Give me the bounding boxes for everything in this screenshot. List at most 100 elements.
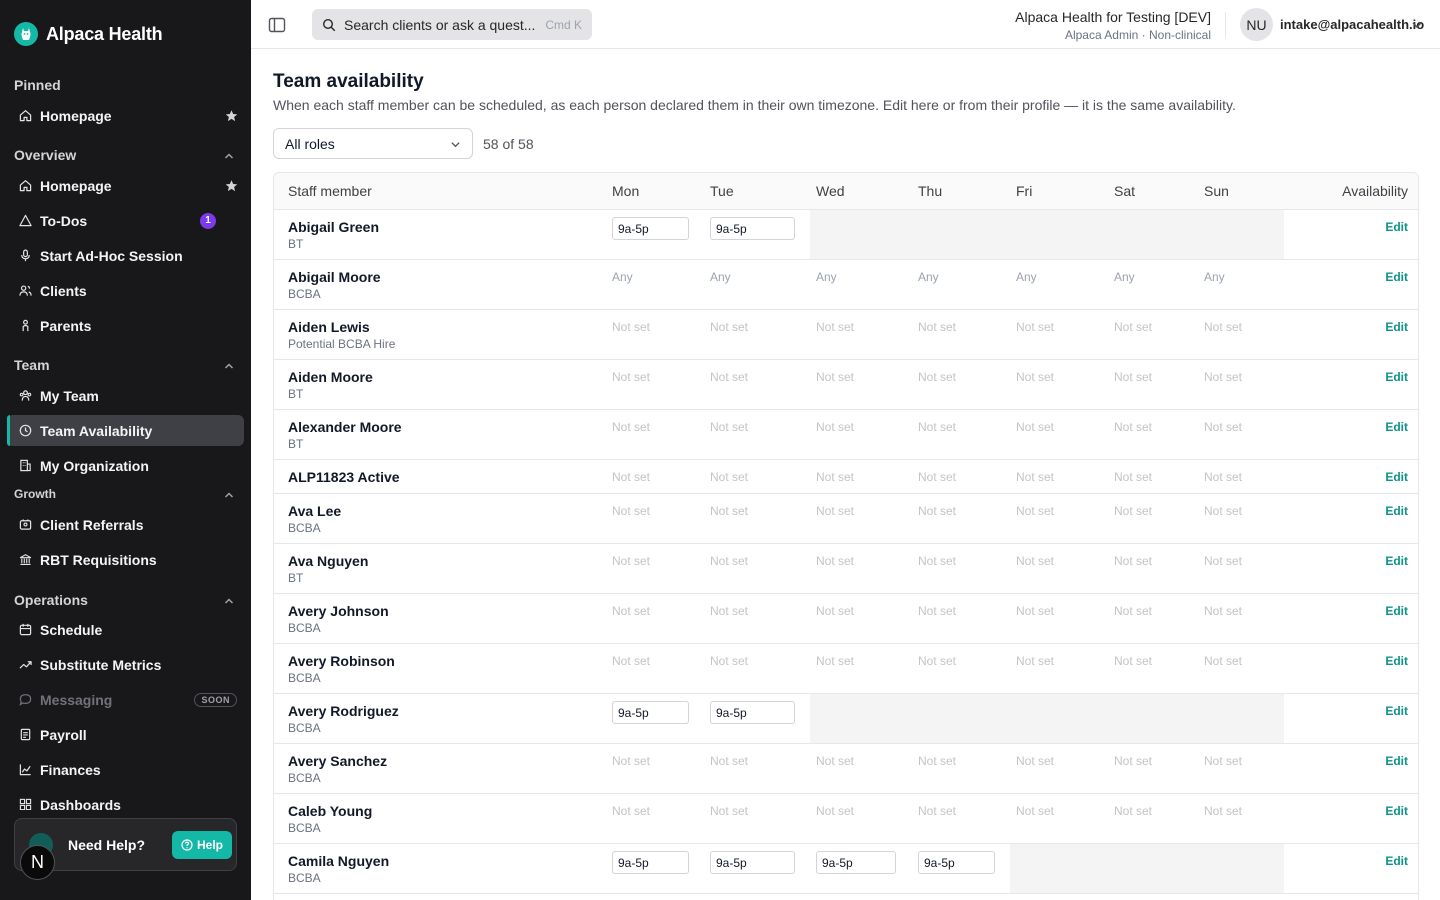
sidebar-item-payroll[interactable]: Payroll: [7, 719, 244, 750]
edit-availability-link[interactable]: Edit: [1385, 220, 1408, 234]
staff-name: Ava Lee: [288, 503, 342, 519]
edit-availability-link[interactable]: Edit: [1385, 320, 1408, 334]
sidebar-item-parents[interactable]: Parents: [7, 310, 244, 341]
help-button[interactable]: Help: [172, 831, 233, 859]
sidebar-item-adhoc-session[interactable]: Start Ad-Hoc Session: [7, 240, 244, 271]
day-cell-not-set: Not set: [918, 804, 957, 818]
alpaca-logo-icon: [14, 22, 38, 46]
edit-availability-link[interactable]: Edit: [1385, 554, 1408, 568]
staff-role: BCBA: [288, 287, 321, 301]
sidebar-nav: Pinned Homepage Overview Homepage To-Dos…: [0, 70, 251, 810]
edit-availability-link[interactable]: Edit: [1385, 504, 1408, 518]
staff-name: Abigail Green: [288, 219, 380, 235]
staff-role: BCBA: [288, 821, 321, 835]
search-input[interactable]: Search clients or ask a quest... Cmd K: [312, 9, 592, 40]
day-cell-not-set: Not set: [816, 470, 855, 484]
chevron-up-icon[interactable]: [223, 150, 235, 162]
organization-switcher[interactable]: Alpaca Health for Testing [DEV] Alpaca A…: [1015, 9, 1211, 42]
day-cell-not-set: Not set: [1114, 804, 1153, 818]
chat-bubble-icon: [19, 694, 32, 706]
edit-availability-link[interactable]: Edit: [1385, 804, 1408, 818]
sidebar-item-schedule[interactable]: Schedule: [7, 614, 244, 645]
chevron-up-icon[interactable]: [223, 360, 235, 372]
sidebar-item-client-referrals[interactable]: Client Referrals: [7, 509, 244, 540]
user-avatar[interactable]: NU: [1240, 8, 1273, 41]
column-header-tue: Tue: [710, 183, 734, 199]
users-icon: [19, 285, 32, 296]
column-header-sun: Sun: [1204, 183, 1229, 199]
sidebar-item-pinned-homepage[interactable]: Homepage: [7, 100, 244, 131]
soon-badge: SOON: [194, 692, 237, 707]
sidebar-item-label: Homepage: [40, 107, 112, 124]
day-time-input[interactable]: 9a-5p: [710, 217, 795, 240]
user-email[interactable]: intake@alpacahealth.io: [1280, 17, 1424, 32]
day-time-input[interactable]: 9a-5p: [612, 217, 689, 240]
org-name: Alpaca Health for Testing [DEV]: [1015, 9, 1211, 25]
sidebar-item-label: Dashboards: [40, 796, 121, 811]
day-cell-not-set: Not set: [1204, 554, 1243, 568]
day-cell-not-set: Not set: [1204, 320, 1243, 334]
day-cell-not-set: Not set: [1204, 420, 1243, 434]
edit-availability-link[interactable]: Edit: [1385, 270, 1408, 284]
chevron-down-icon[interactable]: [1411, 19, 1423, 31]
brand[interactable]: Alpaca Health: [14, 22, 163, 46]
chevron-up-icon[interactable]: [223, 489, 235, 501]
day-cell-not-set: Not set: [710, 420, 749, 434]
day-time-input[interactable]: 9a-5p: [918, 851, 995, 874]
sidebar-item-homepage[interactable]: Homepage: [7, 170, 244, 201]
bank-icon: [19, 554, 32, 565]
sidebar-item-team-availability[interactable]: Team Availability: [7, 415, 244, 446]
day-cell-not-set: Not set: [612, 654, 651, 668]
sidebar-item-dashboards[interactable]: Dashboards: [7, 789, 244, 810]
edit-availability-link[interactable]: Edit: [1385, 370, 1408, 384]
sidebar-item-my-team[interactable]: My Team: [7, 380, 244, 411]
sidebar-item-label: My Team: [40, 387, 99, 404]
day-cell-not-set: Not set: [612, 320, 651, 334]
day-time-input[interactable]: 9a-5p: [710, 701, 795, 724]
role-filter-select[interactable]: All roles: [273, 128, 473, 159]
edit-availability-link[interactable]: Edit: [1385, 704, 1408, 718]
day-time-input[interactable]: 9a-5p: [710, 851, 795, 874]
day-cell-not-set: Not set: [710, 654, 749, 668]
day-cell-not-set: Not set: [1016, 654, 1055, 668]
edit-availability-link[interactable]: Edit: [1385, 854, 1408, 868]
search-placeholder: Search clients or ask a quest...: [344, 16, 536, 33]
sidebar-item-label: RBT Requisitions: [40, 551, 157, 568]
question-icon: [181, 839, 193, 851]
availability-table: Staff member Mon Tue Wed Thu Fri Sat Sun…: [273, 172, 1419, 900]
edit-availability-link[interactable]: Edit: [1385, 654, 1408, 668]
column-header-availability: Availability: [1342, 183, 1408, 199]
sidebar-toggle-icon[interactable]: [268, 16, 286, 34]
day-cell-not-set: Not set: [612, 504, 651, 518]
day-time-input[interactable]: 9a-5p: [612, 701, 689, 724]
workspace-avatar[interactable]: N: [20, 845, 55, 880]
star-icon[interactable]: [225, 179, 238, 192]
staff-role: BT: [288, 437, 304, 451]
page-description: When each staff member can be scheduled,…: [273, 97, 1236, 113]
edit-availability-link[interactable]: Edit: [1385, 470, 1408, 484]
topbar: Search clients or ask a quest... Cmd K A…: [251, 0, 1440, 49]
day-cell-not-set: Not set: [918, 370, 957, 384]
chevron-up-icon[interactable]: [223, 595, 235, 607]
edit-availability-link[interactable]: Edit: [1385, 604, 1408, 618]
sidebar-item-my-organization[interactable]: My Organization: [7, 450, 244, 481]
day-cell-not-set: Not set: [1204, 604, 1243, 618]
table-row: Avery Robinson BCBA Not set Not set Not set N…: [274, 644, 1418, 694]
star-icon[interactable]: [225, 109, 238, 122]
section-title-operations: Operations: [14, 592, 88, 608]
edit-availability-link[interactable]: Edit: [1385, 420, 1408, 434]
sidebar-item-substitute-metrics[interactable]: Substitute Metrics: [7, 649, 244, 680]
staff-name: Alexander Moore: [288, 419, 402, 435]
edit-availability-link[interactable]: Edit: [1385, 754, 1408, 768]
day-cell-not-set: Not set: [1114, 654, 1153, 668]
sidebar-item-label: Start Ad-Hoc Session: [40, 247, 183, 264]
sidebar-item-todos[interactable]: To-Dos 1: [7, 205, 244, 236]
person-icon: [22, 319, 29, 332]
home-icon: [19, 110, 32, 122]
day-time-input[interactable]: 9a-5p: [612, 851, 689, 874]
day-time-input[interactable]: 9a-5p: [816, 851, 896, 874]
sidebar-item-rbt-requisitions[interactable]: RBT Requisitions: [7, 544, 244, 575]
sidebar-item-clients[interactable]: Clients: [7, 275, 244, 306]
sidebar-item-finances[interactable]: Finances: [7, 754, 244, 785]
staff-role: BCBA: [288, 771, 321, 785]
